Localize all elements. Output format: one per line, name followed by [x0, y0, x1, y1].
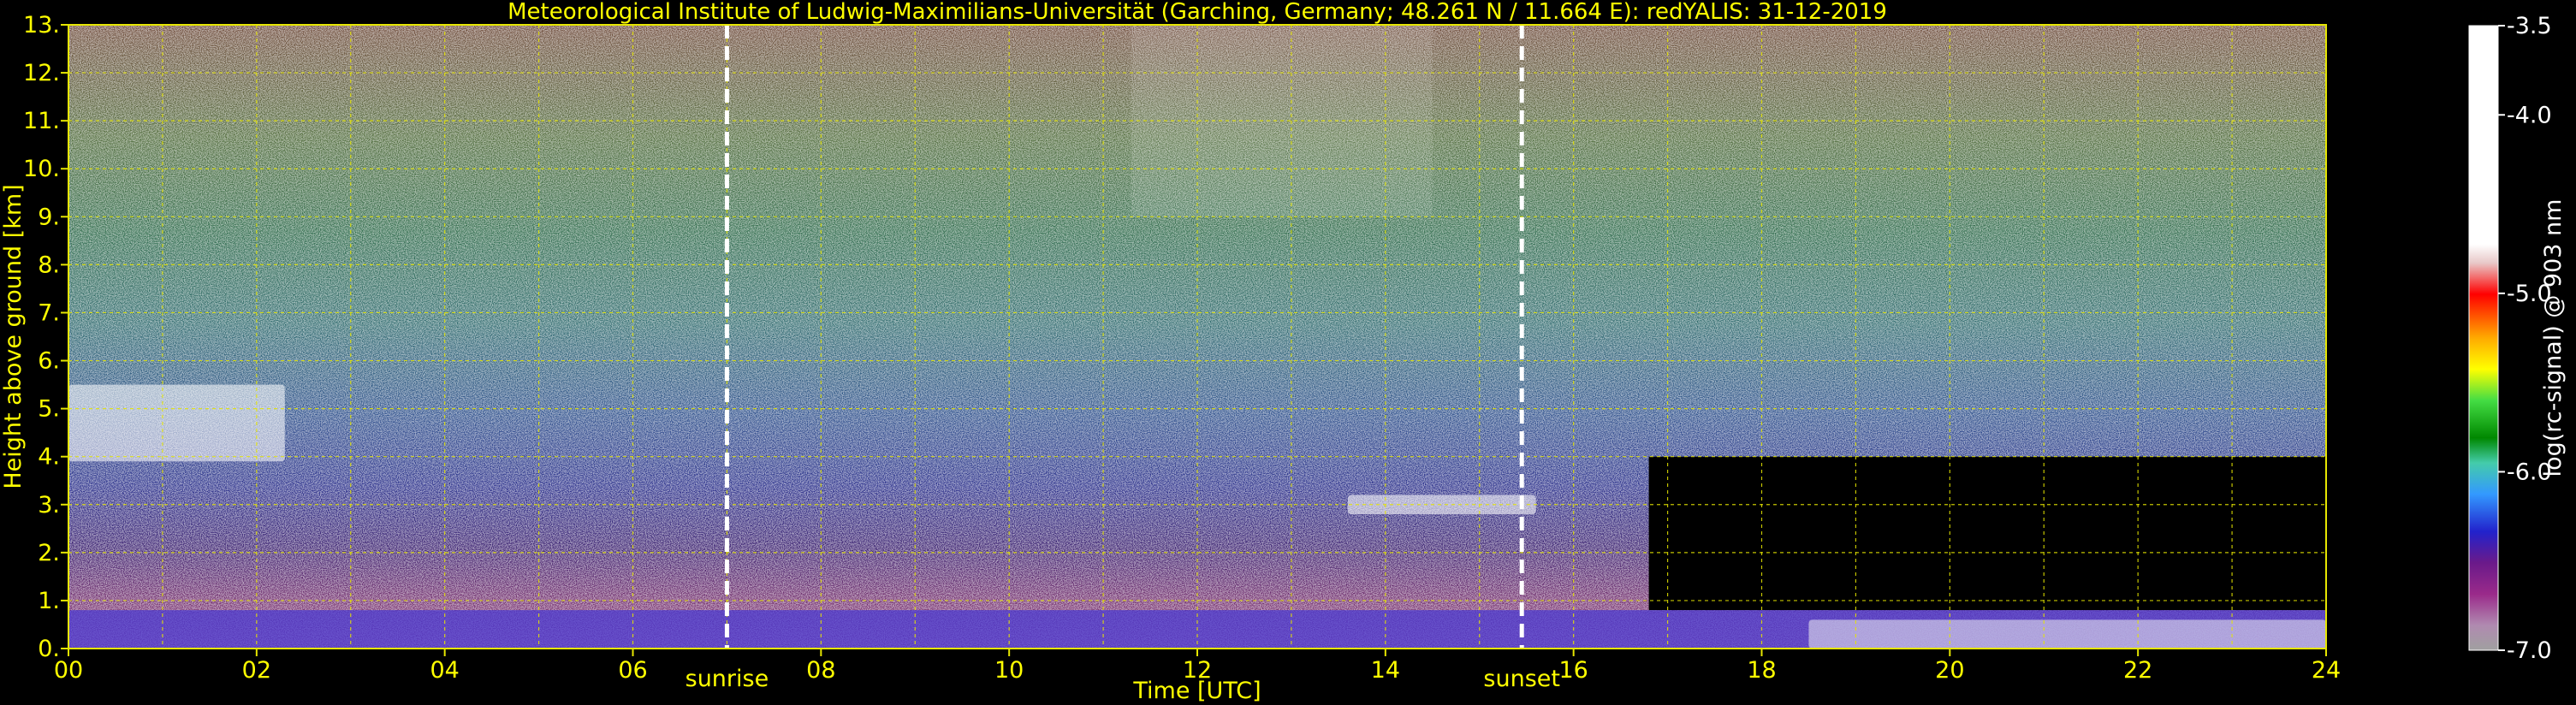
x-tick-label: 04 [430, 657, 459, 684]
y-axis-label: Height above ground [km] [0, 184, 27, 489]
sunrise-label: sunrise [686, 666, 769, 692]
y-tick-label: 5. [38, 396, 60, 423]
x-tick-label: 08 [806, 657, 835, 684]
y-tick-label: 0. [38, 636, 60, 662]
x-tick-label: 24 [2312, 657, 2341, 684]
chart-title: Meteorological Institute of Ludwig-Maxim… [507, 0, 1887, 25]
y-tick-label: 12. [23, 60, 60, 86]
y-tick-label: 4. [38, 444, 60, 471]
sunset-label: sunset [1483, 666, 1560, 692]
y-tick-label: 7. [38, 299, 60, 326]
x-tick-label: 14 [1371, 657, 1400, 684]
y-tick-label: 10. [23, 156, 60, 182]
colorbar-tick-label: -3.5 [2507, 13, 2552, 39]
y-tick-label: 3. [38, 492, 60, 518]
feature-low-cloud-3 [1808, 619, 2326, 649]
x-tick-label: 22 [2123, 657, 2152, 684]
lidar-chart: sunrise sunset 00 02 04 06 08 10 12 14 16 18 20 22 24… [0, 0, 2567, 704]
x-tick-label: 18 [1747, 657, 1776, 684]
x-tick-label: 20 [1935, 657, 1964, 684]
y-tick-label: 6. [38, 348, 60, 375]
y-tick-label: 8. [38, 252, 60, 278]
x-tick-label: 06 [618, 657, 647, 684]
colorbar-label: log(rc-signal) @ 903 nm [2540, 199, 2567, 477]
y-tick-label: 9. [38, 204, 60, 230]
colorbar-scale [2468, 25, 2499, 651]
colorbar: -3.5-4.0-5.0-6.0-7.0 log(rc-signal) @ 90… [2468, 13, 2567, 664]
x-tick-label: 16 [1558, 657, 1588, 684]
colorbar-tick-label: -7.0 [2507, 637, 2552, 664]
colorbar-tick-label: -4.0 [2507, 102, 2552, 128]
y-tick-label: 11. [23, 108, 60, 134]
x-tick-label: 02 [242, 657, 271, 684]
y-tick-label: 1. [38, 588, 60, 614]
x-axis-label: Time [UTC] [1132, 678, 1261, 704]
x-tick-label: 10 [994, 657, 1024, 684]
y-tick-label: 13. [23, 12, 60, 39]
feature-cloud-0 [68, 384, 285, 462]
no-signal-region [1648, 456, 2326, 611]
y-tick-label: 2. [38, 540, 60, 566]
